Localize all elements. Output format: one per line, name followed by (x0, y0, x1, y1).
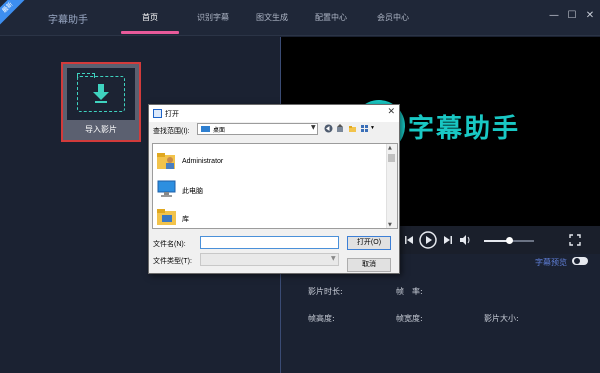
dialog-title: 打开 (165, 111, 179, 118)
volume-slider-knob[interactable] (506, 237, 513, 244)
list-item-library[interactable]: 库 (182, 214, 189, 224)
tab-config-center[interactable]: 配置中心 (315, 12, 347, 23)
frame-height-label: 帧高度: (308, 314, 335, 323)
previous-icon[interactable] (404, 235, 414, 245)
import-video-button[interactable]: 导入影片 (61, 62, 141, 142)
look-in-label: 查找范围(I): (153, 128, 190, 135)
dialog-titlebar: 打开 ✕ (149, 105, 399, 122)
app-title: 字幕助手 (48, 15, 88, 26)
view-menu-chevron-icon[interactable]: ▼ (370, 125, 375, 131)
tab-member-center[interactable]: 会员中心 (377, 12, 409, 23)
cancel-button[interactable]: 取消 (347, 258, 391, 272)
filetype-chevron-down-icon: ▼ (331, 255, 336, 262)
fps-label: 帧 率: (396, 287, 423, 296)
open-button[interactable]: 打开(O) (347, 236, 391, 250)
chevron-down-icon: ▼ (311, 124, 316, 131)
subtitle-preview-toggle-knob (574, 258, 580, 264)
look-in-value: 桌面 (213, 128, 226, 134)
file-size-label: 影片大小: (484, 314, 519, 323)
library-icon[interactable] (156, 207, 178, 227)
subtitle-preview-label: 字幕预览 (535, 258, 567, 267)
download-arrow-icon (93, 84, 109, 103)
filename-label: 文件名(N): (153, 241, 186, 248)
dialog-app-icon (153, 109, 162, 118)
list-item-this-pc[interactable]: 此电脑 (182, 186, 203, 196)
tab-recognize-subtitles[interactable]: 识别字幕 (197, 12, 229, 23)
next-icon[interactable] (443, 235, 453, 245)
play-icon[interactable] (419, 231, 437, 249)
view-menu-icon[interactable] (360, 124, 369, 133)
duration-label: 影片时长: (308, 287, 343, 296)
filetype-select[interactable] (200, 253, 339, 266)
scroll-up-icon[interactable]: ▲ (388, 145, 392, 151)
tab-home[interactable]: 首页 (142, 12, 158, 23)
corner-badge: 最新 (0, 0, 28, 28)
dialog-close-icon[interactable]: ✕ (387, 107, 395, 117)
new-folder-icon[interactable] (348, 124, 357, 133)
back-icon[interactable] (324, 124, 333, 133)
list-item-administrator[interactable]: Administrator (182, 158, 223, 165)
video-watermark-text: 字幕助手 (408, 114, 521, 144)
scroll-down-icon[interactable]: ▼ (388, 222, 392, 228)
import-video-label: 导入影片 (85, 125, 117, 134)
filetype-label: 文件类型(T): (153, 258, 192, 265)
import-drop-zone (67, 68, 135, 120)
maximize-icon[interactable]: ☐ (566, 10, 578, 22)
tab-image-text-generation[interactable]: 图文生成 (256, 12, 288, 23)
minimize-icon[interactable]: — (548, 10, 560, 22)
frame-width-label: 帧宽度: (396, 314, 423, 323)
volume-icon[interactable] (459, 234, 471, 246)
close-icon[interactable]: ✕ (584, 10, 596, 22)
fullscreen-icon[interactable] (569, 234, 581, 246)
computer-icon[interactable] (156, 179, 178, 199)
title-bar: 最新 字幕助手 首页 识别字幕 图文生成 配置中心 会员中心 — ☐ ✕ (0, 0, 600, 36)
user-folder-icon[interactable] (156, 151, 178, 171)
active-tab-indicator (121, 31, 179, 34)
scroll-thumb[interactable] (388, 154, 395, 162)
filename-input[interactable] (200, 236, 339, 249)
desktop-icon (201, 126, 210, 132)
up-folder-icon[interactable] (336, 124, 345, 133)
